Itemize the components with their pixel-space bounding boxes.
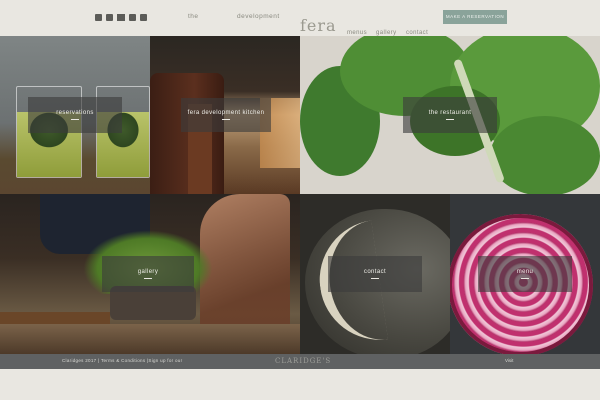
tile-label: fera development kitchen (187, 110, 265, 117)
facebook-icon[interactable] (106, 14, 113, 21)
label-underline (521, 278, 529, 280)
tile-contact[interactable]: contact (300, 194, 450, 354)
tile-label-box: the restaurant (403, 97, 497, 133)
tile-the-restaurant[interactable]: the restaurant (300, 36, 600, 194)
tile-label: reservations (56, 110, 94, 117)
tile-label-box: reservations (28, 97, 122, 133)
kale-leaf-image (490, 116, 600, 194)
twitter-icon[interactable] (95, 14, 102, 21)
tile-label-box: menu (478, 256, 572, 292)
tile-gallery[interactable]: gallery (0, 194, 300, 354)
claridges-logo[interactable]: CLARIDGE'S (275, 357, 331, 365)
tile-label: gallery (137, 269, 159, 276)
site-footer: Claridges 2017 | Terms & Conditions |Sig… (0, 354, 600, 369)
arm-image (200, 194, 290, 334)
bar-counter-image (0, 324, 300, 354)
site-header: the development fera menus gallery conta… (0, 0, 600, 36)
page-bottom-area (0, 369, 600, 400)
youtube-icon[interactable] (140, 14, 147, 21)
tile-label-box: fera development kitchen (181, 98, 271, 132)
footer-visit-link[interactable]: Visit (505, 358, 513, 363)
tile-label: the restaurant (428, 110, 472, 117)
tile-development-kitchen[interactable]: fera development kitchen (150, 36, 300, 194)
chair-image (150, 73, 224, 194)
tile-reservations[interactable]: reservations (0, 36, 150, 194)
label-underline (71, 119, 79, 121)
label-underline (371, 278, 379, 280)
fera-logo[interactable]: fera (300, 18, 337, 34)
tile-label-box: contact (328, 256, 422, 292)
footer-links[interactable]: Claridges 2017 | Terms & Conditions |Sig… (62, 358, 182, 363)
social-links (95, 14, 147, 21)
nav-link-the[interactable]: the (188, 13, 199, 20)
tile-menu[interactable]: menu (450, 194, 600, 354)
nav-link-development[interactable]: development (237, 13, 280, 20)
tile-label: contact (363, 269, 387, 276)
label-underline (222, 119, 230, 121)
tile-label: menu (516, 269, 534, 276)
tile-label-box: gallery (102, 256, 194, 292)
make-reservation-button[interactable]: make a reservation (443, 10, 507, 24)
label-underline (446, 119, 454, 121)
google-plus-icon[interactable] (117, 14, 125, 21)
instagram-icon[interactable] (129, 14, 136, 21)
label-underline (144, 278, 152, 280)
